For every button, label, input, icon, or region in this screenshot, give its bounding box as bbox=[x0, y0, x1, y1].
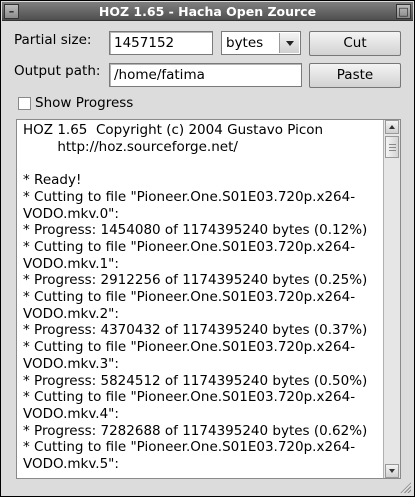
scroll-down-button[interactable] bbox=[385, 464, 399, 478]
arrow-down-icon bbox=[389, 469, 395, 473]
title-bar[interactable]: – HOZ 1.65 - Hacha Open Zource □ bbox=[2, 2, 413, 21]
partial-size-input[interactable]: 1457152 bbox=[109, 31, 213, 55]
maximize-button[interactable]: □ bbox=[396, 4, 411, 19]
scroll-thumb[interactable] bbox=[385, 136, 399, 158]
window-menu-button[interactable]: – bbox=[4, 4, 19, 19]
cut-button[interactable]: Cut bbox=[309, 31, 401, 56]
resize-grip[interactable] bbox=[399, 481, 411, 493]
output-path-label: Output path: bbox=[14, 63, 101, 79]
window-title: HOZ 1.65 - Hacha Open Zource bbox=[98, 4, 317, 19]
paste-button[interactable]: Paste bbox=[309, 63, 401, 88]
unit-select[interactable]: bytes bbox=[221, 31, 301, 55]
output-path-input[interactable]: /home/fatima bbox=[109, 63, 302, 87]
unit-select-toggle[interactable] bbox=[279, 33, 299, 53]
app-window: – HOZ 1.65 - Hacha Open Zource □ Partial… bbox=[0, 0, 415, 497]
show-progress-label[interactable]: Show Progress bbox=[35, 95, 133, 111]
window-menu-icon: – bbox=[8, 5, 15, 18]
arrow-up-icon bbox=[389, 125, 395, 129]
show-progress-checkbox[interactable] bbox=[18, 97, 31, 110]
scroll-up-button[interactable] bbox=[385, 120, 399, 134]
maximize-icon: □ bbox=[398, 5, 409, 18]
log-scrollbar[interactable] bbox=[383, 120, 400, 478]
partial-size-label: Partial size: bbox=[14, 32, 92, 48]
log-output[interactable]: HOZ 1.65 Copyright (c) 2004 Gustavo Pico… bbox=[16, 119, 401, 479]
unit-select-value: bytes bbox=[226, 35, 264, 51]
log-text: HOZ 1.65 Copyright (c) 2004 Gustavo Pico… bbox=[23, 122, 368, 473]
chevron-down-icon bbox=[286, 41, 294, 46]
